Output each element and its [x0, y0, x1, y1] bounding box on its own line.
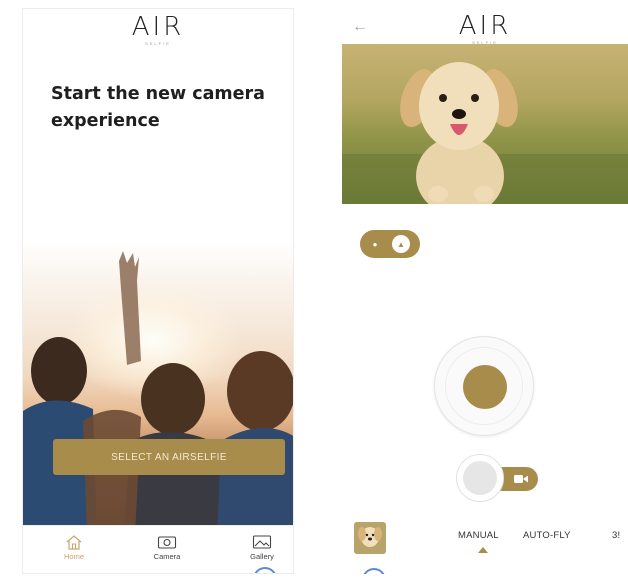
nav-home[interactable]: Home: [39, 534, 109, 561]
nav-gallery-label: Gallery: [250, 552, 274, 561]
shutter-inner: [463, 365, 507, 409]
camera-screen: ← AIR SELFIE ● ▲ MANUAL AUTO-FLY 3!: [342, 8, 628, 574]
flight-mode-bar: MANUAL AUTO-FLY 3!: [342, 514, 628, 564]
touch-indicator: [253, 567, 277, 573]
logo-text: AIR: [131, 12, 185, 42]
mode-auto-fly[interactable]: AUTO-FLY: [523, 530, 571, 541]
bottom-nav: Home Camera Gallery: [23, 525, 293, 573]
select-airselfie-button[interactable]: SELECT AN AIRSELFIE: [53, 439, 285, 475]
video-icon: [514, 475, 528, 483]
logo-subtext: SELFIE: [145, 41, 171, 46]
person-icon: ●: [372, 239, 378, 249]
logo-text: AIR: [458, 11, 512, 41]
mode-third[interactable]: 3!: [612, 530, 620, 541]
photo-mode-toggle[interactable]: ● ▲: [360, 230, 420, 258]
touch-indicator: [362, 568, 386, 574]
air-selfie-logo: AIR SELFIE: [342, 12, 628, 46]
nav-camera-label: Camera: [153, 552, 181, 561]
nav-gallery[interactable]: Gallery: [227, 534, 293, 561]
gallery-thumbnail[interactable]: [354, 522, 386, 554]
selected-mode-indicator: [478, 547, 488, 553]
gallery-icon: [252, 535, 272, 549]
nav-home-label: Home: [63, 552, 84, 561]
mode-manual[interactable]: MANUAL: [458, 530, 499, 541]
camera-preview-dog: [342, 44, 628, 204]
drone-icon: ▲: [392, 235, 410, 253]
camera-icon: [157, 536, 177, 549]
nav-camera[interactable]: Camera: [132, 534, 202, 561]
air-selfie-logo: AIR SELFIE: [23, 13, 293, 47]
shutter-button[interactable]: [434, 336, 534, 436]
home-icon: [66, 535, 82, 550]
onboarding-screen: AIR SELFIE Start the new camera experien…: [22, 8, 294, 574]
photo-video-switch[interactable]: [456, 454, 540, 502]
friends-sunset-photo: [23, 241, 293, 535]
hero-title: Start the new camera experience: [51, 84, 265, 131]
